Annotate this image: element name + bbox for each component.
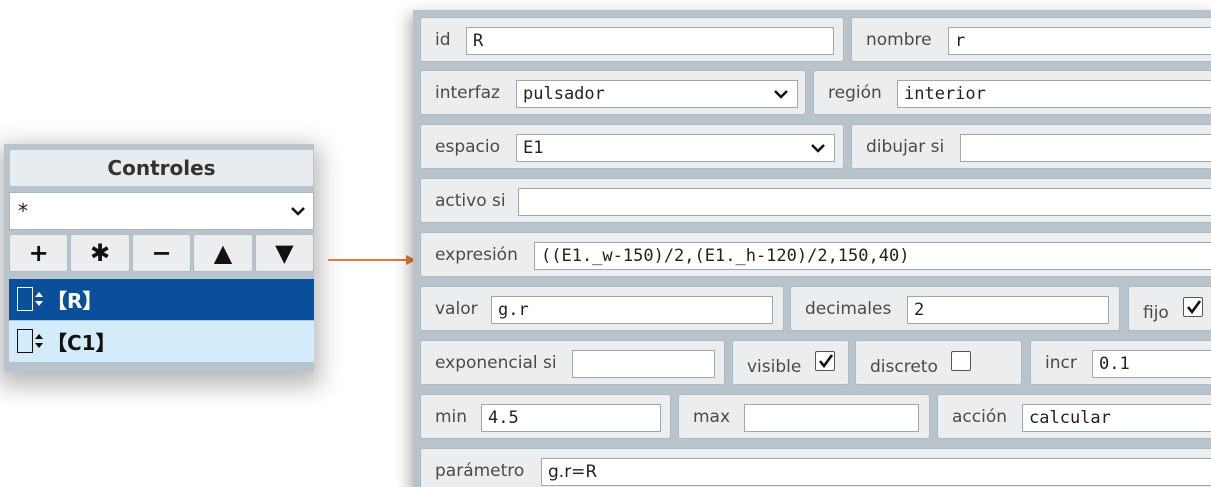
incr-label: incr [1045,353,1077,373]
dibujar-si-label: dibujar si [866,137,945,157]
region-field-group: región interior [813,70,1211,115]
parametro-input[interactable]: g.r=R [541,458,1211,486]
numeric-spinner-icon [17,286,43,313]
visible-checkbox[interactable] [815,351,835,371]
minus-icon: − [151,239,172,267]
properties-panel: id R nombre r interfaz pulsador región i… [413,10,1211,487]
filter-value: * [17,199,30,223]
expresion-input[interactable]: ((E1._w-150)/2,(E1._h-120)/2,150,40) [534,242,1211,270]
down-arrow-icon: ▼ [275,239,294,267]
region-label: región [828,83,882,103]
dibujar-si-input[interactable] [960,134,1211,162]
fijo-field-group: fijo [1128,286,1211,331]
decimales-field-group: decimales 2 [790,286,1120,331]
up-arrow-icon: ▲ [213,239,233,267]
interfaz-select[interactable]: pulsador [516,80,798,108]
plus-icon: + [28,239,49,267]
fijo-label: fijo [1143,303,1169,323]
move-down-button[interactable]: ▼ [254,234,314,272]
max-label: max [693,407,731,427]
nombre-input[interactable]: r [948,27,1211,55]
exponencial-si-field-group: exponencial si [420,340,725,385]
chevron-down-icon [289,193,307,240]
interfaz-label: interfaz [435,83,500,103]
duplicate-control-button[interactable]: ✱ [70,234,130,272]
max-field-group: max [678,394,930,439]
valor-input[interactable]: g.r [491,296,773,324]
chevron-down-icon [773,85,789,107]
valor-field-group: valor g.r [420,286,784,331]
espacio-label: espacio [435,137,500,157]
nombre-field-group: nombre r [851,17,1211,62]
min-input[interactable]: 4.5 [481,404,661,432]
activo-si-input[interactable] [518,188,1211,216]
list-item-label: 【C1】 [47,331,116,355]
asterisk-icon: ✱ [90,239,111,267]
decimales-input[interactable]: 2 [907,296,1109,324]
valor-label: valor [435,299,478,319]
parametro-label: parámetro [435,461,525,481]
id-label: id [435,30,451,50]
move-up-button[interactable]: ▲ [193,234,253,272]
interfaz-field-group: interfaz pulsador [420,70,806,115]
id-input[interactable]: R [466,27,834,55]
controls-toolbar: + ✱ − ▲ ▼ [9,234,314,272]
expresion-label: expresión [435,245,518,265]
controls-filter-select[interactable]: * [9,192,314,230]
min-label: min [435,407,468,427]
controls-title: Controles [9,149,314,187]
accion-label: acción [952,407,1008,427]
visible-field-group: visible [732,340,849,385]
min-field-group: min 4.5 [420,394,671,439]
nombre-label: nombre [866,30,932,50]
incr-input[interactable]: 0.1 [1092,350,1211,378]
exponencial-si-label: exponencial si [435,353,557,373]
fijo-checkbox[interactable] [1183,297,1203,317]
accion-field-group: acción calcular [937,394,1211,439]
espacio-select[interactable]: E1 [516,134,835,162]
max-input[interactable] [744,404,919,432]
espacio-field-group: espacio E1 [420,124,844,169]
activo-si-label: activo si [435,191,506,211]
expresion-field-group: expresión ((E1._w-150)/2,(E1._h-120)/2,1… [420,232,1211,277]
remove-control-button[interactable]: − [131,234,192,272]
id-field-group: id R [420,17,844,62]
list-item-c1[interactable]: 【C1】 [9,321,314,363]
chevron-down-icon [810,139,826,161]
checkmark-icon [818,354,834,369]
interfaz-value: pulsador [523,84,605,104]
exponencial-si-input[interactable] [572,350,715,378]
visible-label: visible [747,357,802,377]
numeric-spinner-icon [17,328,43,355]
incr-field-group: incr 0.1 [1030,340,1211,385]
accion-input[interactable]: calcular [1022,404,1211,432]
decimales-label: decimales [805,299,892,319]
controls-list: 【R】 【C1】 [9,279,314,363]
arrow-right-icon [328,255,416,265]
list-item-label: 【R】 [47,289,103,313]
discreto-field-group: discreto [855,340,1022,385]
discreto-label: discreto [870,357,938,377]
discreto-checkbox[interactable] [951,351,971,371]
parametro-field-group: parámetro g.r=R [420,448,1211,487]
dibujar-si-field-group: dibujar si [851,124,1211,169]
add-control-button[interactable]: + [9,234,69,272]
list-item-r[interactable]: 【R】 [9,279,314,321]
espacio-value: E1 [523,138,544,158]
controls-panel: Controles * + ✱ − ▲ ▼ 【R】 【C1】 [4,144,314,372]
activo-si-field-group: activo si [420,178,1211,223]
checkmark-icon [1186,300,1202,315]
region-input[interactable]: interior [897,80,1211,108]
